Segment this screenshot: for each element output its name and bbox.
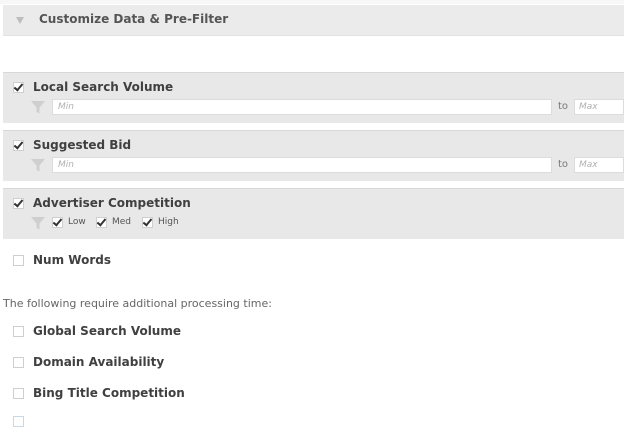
processing-time-note: The following require additional process… — [3, 297, 272, 310]
checkmark-icon — [13, 81, 24, 92]
filter-advertiser-competition: Advertiser Competition Low Med High — [3, 188, 624, 239]
competition-low-checkbox[interactable] — [52, 216, 63, 228]
global-search-volume-checkbox[interactable] — [13, 326, 24, 337]
funnel-icon — [31, 217, 45, 230]
num-words-checkbox[interactable] — [13, 255, 24, 266]
filter-suggested-bid: Suggested Bid to — [3, 130, 624, 181]
checkmark-icon — [13, 139, 24, 150]
domain-availability-checkbox[interactable] — [13, 357, 24, 368]
local-search-volume-label: Local Search Volume — [33, 80, 174, 94]
suggested-bid-checkbox[interactable] — [13, 139, 24, 151]
checkmark-icon — [13, 197, 24, 208]
triangle-down-icon[interactable] — [16, 17, 24, 24]
competition-high-label: High — [158, 217, 179, 227]
suggested-bid-label: Suggested Bid — [33, 138, 132, 152]
advertiser-competition-checkbox[interactable] — [13, 197, 24, 209]
checkmark-icon — [96, 216, 107, 227]
range-to-label: to — [558, 159, 569, 170]
checkmark-icon — [52, 216, 63, 227]
local-search-volume-min-input[interactable] — [52, 99, 552, 115]
competition-med-label: Med — [112, 217, 132, 227]
competition-med-checkbox[interactable] — [96, 216, 107, 228]
section-title: Customize Data & Pre-Filter — [39, 12, 229, 26]
competition-high-checkbox[interactable] — [142, 216, 153, 228]
competition-low-label: Low — [68, 217, 86, 227]
advertiser-competition-label: Advertiser Competition — [33, 196, 191, 210]
customize-section-header[interactable]: Customize Data & Pre-Filter — [3, 5, 624, 36]
local-search-volume-checkbox[interactable] — [13, 81, 24, 93]
global-search-volume-label: Global Search Volume — [33, 324, 181, 338]
suggested-bid-max-input[interactable] — [574, 157, 624, 173]
funnel-icon — [31, 101, 45, 114]
bing-title-competition-checkbox[interactable] — [13, 388, 24, 399]
domain-availability-label: Domain Availability — [33, 355, 165, 369]
num-words-label: Num Words — [33, 253, 111, 267]
checkmark-icon — [142, 216, 153, 227]
partial-checkbox[interactable] — [13, 416, 24, 427]
range-to-label: to — [558, 101, 569, 112]
local-search-volume-max-input[interactable] — [574, 99, 624, 115]
top-divider — [0, 0, 624, 4]
bing-title-competition-label: Bing Title Competition — [33, 386, 185, 400]
suggested-bid-min-input[interactable] — [52, 157, 552, 173]
filter-local-search-volume: Local Search Volume to — [3, 72, 624, 123]
funnel-icon — [31, 159, 45, 172]
